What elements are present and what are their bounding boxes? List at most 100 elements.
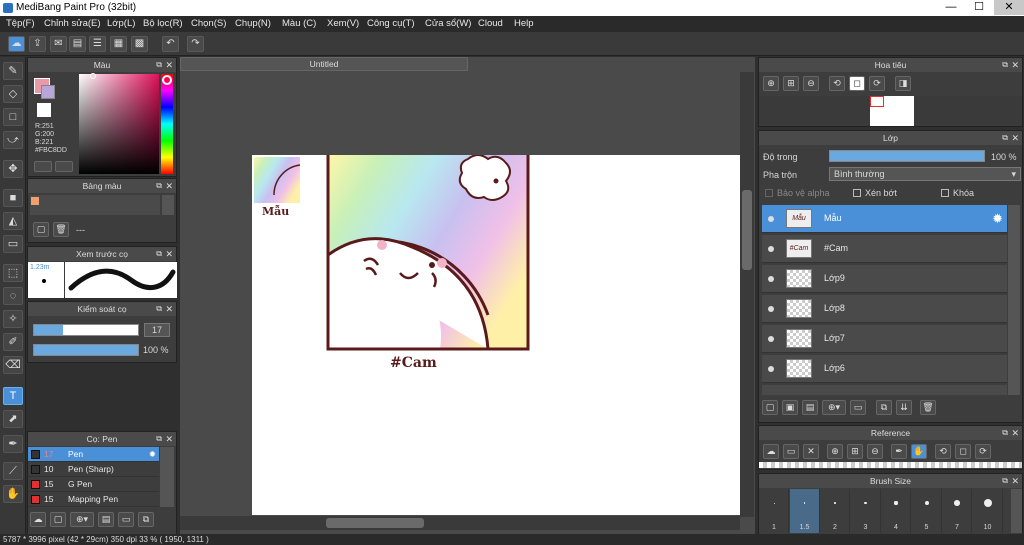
cloud-icon[interactable]: ☁ <box>8 36 25 52</box>
layer-item[interactable]: Mẫu Mẫu ✹ <box>762 205 1007 233</box>
vscroll-thumb[interactable] <box>742 190 752 270</box>
new-halftone-layer-icon[interactable]: ▣ <box>782 400 798 415</box>
new-layer-icon[interactable]: ▢ <box>762 400 778 415</box>
move-tool-icon[interactable]: ✥ <box>3 160 23 178</box>
eye-icon[interactable] <box>768 366 774 372</box>
eye-icon[interactable] <box>768 336 774 342</box>
minimize-button[interactable]: — <box>938 0 964 15</box>
brush-tool-icon[interactable]: ✎ <box>3 62 23 80</box>
rotate-left-icon[interactable]: ⟲ <box>829 76 845 91</box>
menu-cloud[interactable]: Cloud <box>478 18 503 29</box>
menu-layer[interactable]: Lớp(L) <box>107 18 135 29</box>
blend-mode-select[interactable]: Bình thường ▾ <box>829 167 1021 181</box>
menu-view[interactable]: Xem(V) <box>327 18 359 29</box>
brush-size-cell[interactable]: 10 <box>972 489 1003 533</box>
operation-tool-icon[interactable]: ⬈ <box>3 410 23 428</box>
panels-icon[interactable]: ▩ <box>131 36 148 52</box>
brush-size-cell[interactable]: 7 <box>942 489 972 533</box>
eyedropper-icon[interactable]: ✒ <box>3 435 23 453</box>
add-brush-icon[interactable]: ⊕▾ <box>70 512 94 527</box>
menu-window[interactable]: Cửa sổ(W) <box>425 18 471 29</box>
doc-icon[interactable]: ▤ <box>69 36 86 52</box>
eraser-tool-icon[interactable]: ◇ <box>3 85 23 103</box>
protect-alpha-checkbox[interactable] <box>765 189 773 197</box>
text-tool-icon[interactable]: T <box>3 387 23 405</box>
zoom-in-icon[interactable]: ⊕ <box>763 76 779 91</box>
layer-item[interactable]: Lớp8 <box>762 295 1007 323</box>
brush-item-g-pen[interactable]: 15 G Pen <box>28 477 159 492</box>
select-eraser-icon[interactable]: ⌫ <box>3 356 23 374</box>
list-icon[interactable]: ☰ <box>89 36 106 52</box>
canvas-hscrollbar[interactable] <box>180 516 740 530</box>
open-folder-icon[interactable]: ▭ <box>783 444 799 459</box>
menu-tools[interactable]: Công cụ(T) <box>367 18 415 29</box>
eye-icon[interactable] <box>768 216 774 222</box>
clip-checkbox[interactable] <box>853 189 861 197</box>
new-8bit-layer-icon[interactable]: ▤ <box>802 400 818 415</box>
color-swap-button[interactable] <box>55 161 73 172</box>
gear-icon[interactable]: ✹ <box>149 447 156 461</box>
redo-icon[interactable]: ↷ <box>187 36 204 52</box>
brush-size-cell[interactable]: 1 <box>759 489 789 533</box>
brush-size-cell[interactable]: 4 <box>881 489 911 533</box>
rotate-right-icon[interactable]: ⟳ <box>869 76 885 91</box>
magic-wand-icon[interactable]: ✧ <box>3 310 23 328</box>
folder-icon[interactable]: ▭ <box>850 400 866 415</box>
duplicate-layer-icon[interactable]: ⧉ <box>876 400 892 415</box>
brush-size-scrollbar[interactable] <box>1011 489 1022 533</box>
close-button[interactable]: ✕ <box>994 0 1024 15</box>
brush-size-slider[interactable] <box>33 324 139 336</box>
document-canvas[interactable]: Mẫu #Cam <box>252 154 740 515</box>
brush-size-cell[interactable]: 3 <box>850 489 881 533</box>
dot-tool-icon[interactable]: ⤻ <box>3 131 23 149</box>
gradient-tool-icon[interactable]: ▭ <box>3 235 23 253</box>
hscroll-thumb[interactable] <box>326 518 424 528</box>
gear-icon[interactable]: ✹ <box>992 211 1003 227</box>
select-pen-icon[interactable]: ✐ <box>3 333 23 351</box>
brush-list-scrollbar[interactable] <box>160 447 174 507</box>
fit-view-icon[interactable]: ◻ <box>849 76 865 91</box>
zoom-fit-icon[interactable]: ⊞ <box>783 76 799 91</box>
new-palette-icon[interactable]: ▢ <box>33 222 49 237</box>
zoom-out-icon[interactable]: ⊖ <box>803 76 819 91</box>
fill-rect-tool-icon[interactable]: ■ <box>3 189 23 207</box>
palette-swatch[interactable] <box>31 197 39 205</box>
white-swatch[interactable] <box>37 103 51 117</box>
new-brush-icon[interactable]: ▢ <box>50 512 66 527</box>
cloud-brush-icon[interactable]: ☁ <box>30 512 46 527</box>
navigator-viewport[interactable] <box>870 96 884 107</box>
flip-icon[interactable]: ◨ <box>895 76 911 91</box>
menu-file[interactable]: Tệp(F) <box>6 18 35 29</box>
rotate-left-icon[interactable]: ⟲ <box>935 444 951 459</box>
menu-snap[interactable]: Chụp(N) <box>235 18 271 29</box>
folder-icon[interactable]: ▭ <box>118 512 134 527</box>
eye-icon[interactable] <box>768 276 774 282</box>
cloud-icon[interactable]: ☁ <box>763 444 779 459</box>
zoom-fit-icon[interactable]: ⊞ <box>847 444 863 459</box>
divide-tool-icon[interactable]: ⟋ <box>3 462 23 480</box>
saturation-value-picker[interactable] <box>79 74 159 174</box>
hue-slider[interactable] <box>161 74 173 174</box>
layer-opacity-slider[interactable] <box>829 150 985 162</box>
grid-icon[interactable]: ▦ <box>110 36 127 52</box>
undo-icon[interactable]: ↶ <box>162 36 179 52</box>
upload-icon[interactable]: ⇪ <box>29 36 46 52</box>
brush-size-cell[interactable]: 2 <box>820 489 850 533</box>
lock-checkbox[interactable] <box>941 189 949 197</box>
layer-item[interactable]: Lớp7 <box>762 325 1007 353</box>
brush-item-pen-sharp[interactable]: 10 Pen (Sharp) <box>28 462 159 477</box>
layer-item[interactable]: Lớp9 <box>762 265 1007 293</box>
layer-scrollbar[interactable] <box>1008 205 1020 395</box>
delete-layer-icon[interactable]: 🗑 <box>920 400 936 415</box>
menu-help[interactable]: Help <box>514 18 534 29</box>
menu-select[interactable]: Chọn(S) <box>191 18 226 29</box>
zoom-in-icon[interactable]: ⊕ <box>827 444 843 459</box>
navigator-preview[interactable] <box>759 96 1022 126</box>
color-mode-button[interactable] <box>34 161 52 172</box>
hand-tool-icon[interactable]: ✋ <box>3 485 23 503</box>
menu-filter[interactable]: Bộ lọc(R) <box>143 18 183 29</box>
layer-item[interactable]: #Cam #Cam <box>762 235 1007 263</box>
menu-edit[interactable]: Chỉnh sửa(E) <box>44 18 101 29</box>
brush-opacity-slider[interactable] <box>33 344 139 356</box>
eye-icon[interactable] <box>768 246 774 252</box>
